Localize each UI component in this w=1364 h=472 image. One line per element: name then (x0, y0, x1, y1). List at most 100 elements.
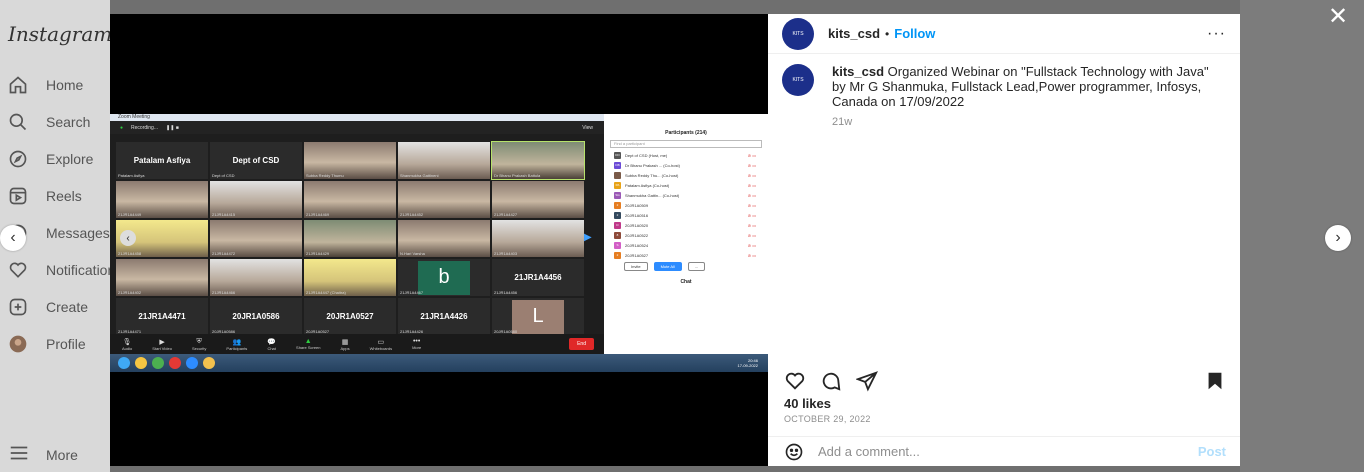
zoom-toolbar-item: ⛨ Security (192, 338, 206, 351)
zoom-video-tile: 21JR1A4456 21JR1A4456 (492, 259, 584, 296)
participant-name: 20JR1A0509 (625, 202, 649, 208)
close-modal-button[interactable]: ✕ (1328, 2, 1348, 31)
post-media[interactable]: Zoom Meeting ● Recording... ❚❚ ■ View Pa… (110, 14, 768, 466)
sidebar-item-label: Reels (46, 187, 82, 204)
zoom-gallery: Patalam Asfiya Patalam Asfiya Dept of CSD D… (116, 141, 592, 335)
background-feed-top (110, 0, 1240, 14)
end-meeting-button: End (569, 338, 594, 350)
sidebar-item-profile[interactable]: Profile (0, 325, 110, 362)
participant-name: Patalam Asfiya (Co-host) (625, 182, 670, 188)
post-actions (768, 366, 1240, 396)
tile-caption: 21JR1A4458 (118, 251, 142, 256)
zoom-video-tile: Patalam Asfiya Patalam Asfiya (116, 142, 208, 179)
zoom-toolbar: 🎙 Audio ▶ Start Video ⛨ Security 👥 Participants… (110, 334, 604, 354)
next-post-button[interactable]: › (1325, 225, 1351, 251)
chevron-left-icon: ‹ (10, 229, 16, 246)
caption-body: kits_csd Organized Webinar on "Fullstack… (832, 64, 1222, 130)
caption-avatar[interactable]: KITS (782, 64, 814, 96)
prev-post-button[interactable]: ‹ (0, 225, 26, 251)
zoom-toolbar-item: 🎙 Audio (122, 338, 132, 351)
sidebar-item-home[interactable]: Home (0, 66, 110, 103)
participant-row: 2 20JR1A0527 ⊘ ▭ (604, 250, 768, 260)
zoom-video-tile: 21JR1A4466 (210, 259, 302, 296)
zoom-toolbar-item: ▭ Whiteboards (370, 338, 392, 351)
muted-mic-icon: ⊘ ▭ (747, 182, 756, 188)
participants-search: Find a participant (610, 140, 762, 148)
gallery-next-icon: ▶ (584, 232, 592, 243)
share-icon[interactable] (856, 370, 878, 392)
instagram-logo[interactable]: Instagram (8, 22, 112, 46)
participant-name: 20JR1A0522 (625, 232, 649, 238)
sidebar-item-explore[interactable]: Explore (0, 140, 110, 177)
sidebar-item-reels[interactable]: Reels (0, 177, 110, 214)
close-icon: ✕ (1328, 3, 1349, 30)
tile-caption: 21JR1A4427 (494, 212, 518, 217)
tile-caption: Patalam Asfiya (118, 173, 145, 178)
sidebar-item-more[interactable]: More (8, 442, 78, 467)
start-icon (118, 357, 130, 369)
bookmark-icon[interactable] (1204, 370, 1226, 392)
participant-name: 20JR1A0520 (625, 222, 649, 228)
sidebar-item-create[interactable]: Create (0, 288, 110, 325)
caption-username[interactable]: kits_csd (832, 64, 884, 79)
recording-indicator: Recording... (131, 124, 158, 131)
zoom-video-tile: Dept of CSD Dept of CSD (210, 142, 302, 179)
explorer-icon (203, 357, 215, 369)
sidebar-item-notifications[interactable]: Notifications (0, 251, 110, 288)
zoom-toolbar-label: Apps (340, 345, 350, 351)
author-avatar[interactable]: KITS (782, 17, 814, 50)
tile-name: Dept of CSD (232, 156, 280, 165)
comment-input[interactable] (818, 444, 1178, 459)
zoom-toolbar-label: More (412, 345, 422, 350)
likes-count[interactable]: 40 likes (784, 396, 831, 411)
post-date: OCTOBER 29, 2022 (784, 414, 871, 424)
participants-more-button: ... (687, 262, 706, 271)
tile-caption: Dept of CSD (212, 173, 235, 178)
tile-name: 21JR1A4426 (420, 312, 468, 321)
author-username[interactable]: kits_csd (828, 26, 880, 41)
comment-icon[interactable] (820, 370, 842, 392)
muted-mic-icon: ⊘ ▭ (747, 202, 756, 208)
tile-caption: Dr Bhanu Prakash Battula (494, 173, 541, 178)
comment-box: Post (768, 436, 1240, 466)
sidebar-item-label: Notifications (46, 261, 110, 278)
participant-avatar: S (614, 241, 621, 249)
tile-caption: 21JR1A4403 (494, 251, 518, 256)
more-options-icon[interactable]: ··· (1207, 25, 1226, 43)
ie-icon (135, 357, 147, 369)
follow-button[interactable]: Follow (894, 26, 935, 41)
search-icon (8, 112, 28, 132)
participant-avatar: D (614, 221, 621, 229)
zoom-video-tile: 21JR1A4472 (210, 220, 302, 257)
muted-mic-icon: ⊘ ▭ (747, 252, 756, 258)
tile-name: 20JR1A0527 (326, 312, 374, 321)
participant-row: SG Shanmukha Gattin... (Co-host) ⊘ ▭ (604, 190, 768, 200)
like-heart-icon[interactable] (784, 370, 806, 392)
sidebar-item-label: Search (46, 113, 91, 130)
participant-avatar: 2 (614, 211, 621, 219)
emoji-icon[interactable] (784, 442, 804, 462)
create-icon (8, 297, 28, 317)
sidebar-item-label: Create (46, 298, 89, 315)
participant-row: 2 20JR1A0516 ⊘ ▭ (604, 210, 768, 220)
zoom-toolbar-label: Whiteboards (369, 345, 393, 351)
muted-mic-icon: ⊘ ▭ (747, 152, 756, 158)
zoom-toolbar-item: ▦ Apps (341, 338, 350, 351)
explore-icon (8, 149, 28, 169)
tile-caption: 21JR1A4456 (494, 290, 518, 295)
zoom-toolbar-icon: 💬 (267, 338, 277, 346)
background-feed-bottom (110, 466, 1240, 472)
sidebar-item-search[interactable]: Search (0, 103, 110, 140)
tile-initial: L (512, 299, 564, 334)
zoom-video-tile: 21JR1A4415 (210, 181, 302, 218)
tile-caption: 21JR1A4467 (400, 290, 424, 295)
gallery-prev-icon: ‹ (120, 230, 136, 246)
zoom-video-tile: Shanmukha Gattineni (398, 142, 490, 179)
zoom-video-tile: 21JR1A4469 (304, 181, 396, 218)
participant-avatar: DB (614, 161, 621, 169)
tile-caption: Subba Reddy Thumu (306, 173, 344, 178)
tile-caption: N.Hari Varsha (400, 251, 425, 256)
zoom-video-tile: 21JR1A4402 (116, 259, 208, 296)
post-comment-button[interactable]: Post (1198, 444, 1226, 459)
participants-actions: Invite Mute All ... (604, 262, 768, 271)
